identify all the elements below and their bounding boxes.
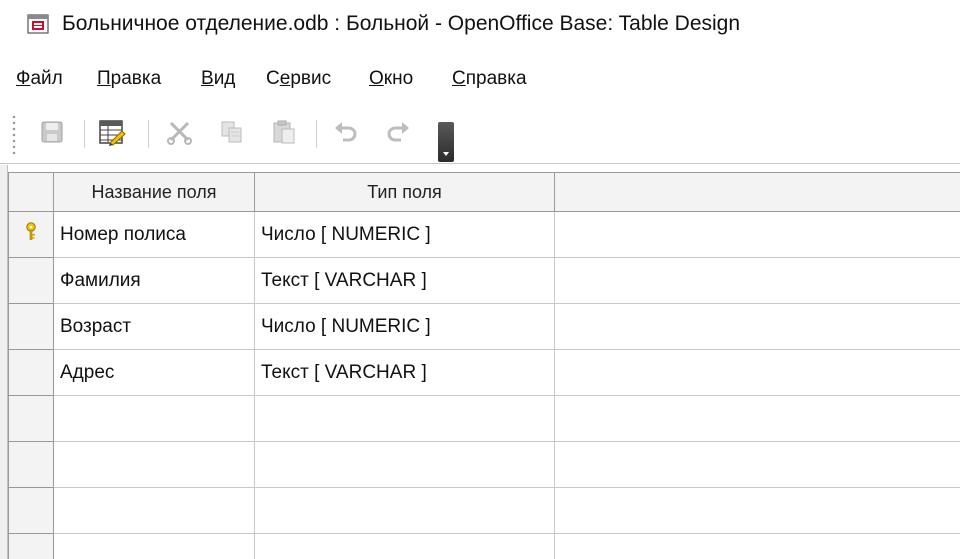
field-name-cell[interactable]: Адрес bbox=[54, 350, 255, 396]
toolbar-separator bbox=[148, 120, 149, 148]
menu-file-label: айл bbox=[30, 68, 63, 89]
table-row[interactable]: Номер полиса Число [ NUMERIC ] bbox=[8, 212, 960, 258]
field-type-cell[interactable] bbox=[255, 488, 555, 534]
field-type-cell[interactable]: Текст [ VARCHAR ] bbox=[255, 258, 555, 304]
menu-file-mnemonic: Ф bbox=[16, 68, 31, 89]
title-bar: Больничное отделение.odb : Больной - Ope… bbox=[0, 0, 960, 52]
description-cell[interactable] bbox=[555, 488, 960, 534]
column-header-field-name[interactable]: Название поля bbox=[54, 172, 255, 212]
field-name-cell[interactable] bbox=[54, 534, 255, 559]
field-name-cell[interactable] bbox=[54, 488, 255, 534]
table-row[interactable] bbox=[8, 396, 960, 442]
menu-tools-label-pre: С bbox=[266, 68, 280, 89]
paste-icon bbox=[270, 118, 298, 151]
field-name-cell[interactable] bbox=[54, 396, 255, 442]
menu-tools-mnemonic: е bbox=[279, 68, 291, 89]
row-selector[interactable] bbox=[8, 396, 54, 442]
menu-edit-label: равка bbox=[110, 68, 162, 89]
save-button[interactable] bbox=[34, 116, 70, 152]
paste-button[interactable] bbox=[266, 116, 302, 152]
field-type-cell[interactable]: Текст [ VARCHAR ] bbox=[255, 350, 555, 396]
window-title: Больничное отделение.odb : Больной - Ope… bbox=[62, 12, 741, 35]
row-selector[interactable] bbox=[8, 488, 54, 534]
undo-button[interactable] bbox=[328, 116, 364, 152]
table-row[interactable]: Возраст Число [ NUMERIC ] bbox=[8, 304, 960, 350]
field-type-cell[interactable] bbox=[255, 442, 555, 488]
toolbar-grip[interactable] bbox=[12, 114, 16, 156]
redo-button[interactable] bbox=[380, 116, 416, 152]
save-icon bbox=[39, 119, 65, 150]
table-row[interactable]: Адрес Текст [ VARCHAR ] bbox=[8, 350, 960, 396]
field-type-cell[interactable]: Число [ NUMERIC ] bbox=[255, 304, 555, 350]
field-type-cell[interactable] bbox=[255, 396, 555, 442]
description-cell[interactable] bbox=[555, 350, 960, 396]
grid-corner-header[interactable] bbox=[8, 172, 54, 212]
menu-view-label: ид bbox=[213, 68, 236, 89]
row-selector[interactable] bbox=[8, 442, 54, 488]
row-selector[interactable] bbox=[8, 304, 54, 350]
menu-help-label: правка bbox=[465, 68, 527, 89]
toolbar-separator bbox=[84, 120, 85, 148]
cut-button[interactable] bbox=[162, 116, 198, 152]
copy-button[interactable] bbox=[214, 116, 250, 152]
description-cell[interactable] bbox=[555, 212, 960, 258]
toolbar-separator bbox=[316, 120, 317, 148]
copy-icon bbox=[218, 118, 246, 151]
menu-window[interactable]: Окно bbox=[369, 68, 413, 90]
field-name-cell[interactable]: Номер полиса bbox=[54, 212, 255, 258]
table-row[interactable] bbox=[8, 488, 960, 534]
menu-file[interactable]: Файл bbox=[16, 68, 63, 90]
menu-window-mnemonic: О bbox=[369, 68, 384, 89]
toolbar bbox=[0, 104, 960, 164]
undo-icon bbox=[332, 118, 360, 151]
table-row[interactable]: Фамилия Текст [ VARCHAR ] bbox=[8, 258, 960, 304]
menu-help-mnemonic: С bbox=[452, 68, 466, 89]
row-selector[interactable] bbox=[8, 350, 54, 396]
description-cell[interactable] bbox=[555, 304, 960, 350]
column-header-field-type[interactable]: Тип поля bbox=[255, 172, 555, 212]
menu-view[interactable]: Вид bbox=[201, 68, 235, 90]
field-name-cell[interactable]: Возраст bbox=[54, 304, 255, 350]
menu-window-label: кно bbox=[383, 68, 414, 89]
cut-icon bbox=[166, 118, 194, 151]
menu-bar: Файл Правка Вид Сервис Окно Справка bbox=[0, 60, 960, 100]
table-design-grid: Название поля Тип поля Номер полиса Число… bbox=[8, 172, 960, 559]
menu-edit-mnemonic: П bbox=[97, 68, 111, 89]
menu-view-mnemonic: В bbox=[201, 68, 214, 89]
row-selector[interactable] bbox=[8, 534, 54, 559]
description-cell[interactable] bbox=[555, 396, 960, 442]
row-selector[interactable] bbox=[8, 258, 54, 304]
menu-edit[interactable]: Правка bbox=[97, 68, 161, 90]
menu-tools[interactable]: Сервис bbox=[266, 68, 331, 90]
field-name-cell[interactable] bbox=[54, 442, 255, 488]
column-header-description[interactable] bbox=[555, 172, 960, 212]
edit-table-icon bbox=[97, 117, 127, 152]
description-cell[interactable] bbox=[555, 258, 960, 304]
database-document-icon bbox=[26, 12, 50, 36]
redo-icon bbox=[384, 118, 412, 151]
table-row[interactable] bbox=[8, 442, 960, 488]
field-type-cell[interactable] bbox=[255, 534, 555, 559]
field-type-cell[interactable]: Число [ NUMERIC ] bbox=[255, 212, 555, 258]
menu-tools-label: рвис bbox=[290, 68, 332, 89]
edit-table-button[interactable] bbox=[94, 116, 130, 152]
field-name-cell[interactable]: Фамилия bbox=[54, 258, 255, 304]
toolbar-overflow-button[interactable] bbox=[438, 122, 454, 162]
menu-help[interactable]: Справка bbox=[452, 68, 527, 90]
primary-key-icon bbox=[24, 222, 38, 247]
row-selector[interactable] bbox=[8, 212, 54, 258]
window-left-edge bbox=[0, 165, 8, 559]
description-cell[interactable] bbox=[555, 534, 960, 559]
description-cell[interactable] bbox=[555, 442, 960, 488]
table-row[interactable] bbox=[8, 534, 960, 559]
